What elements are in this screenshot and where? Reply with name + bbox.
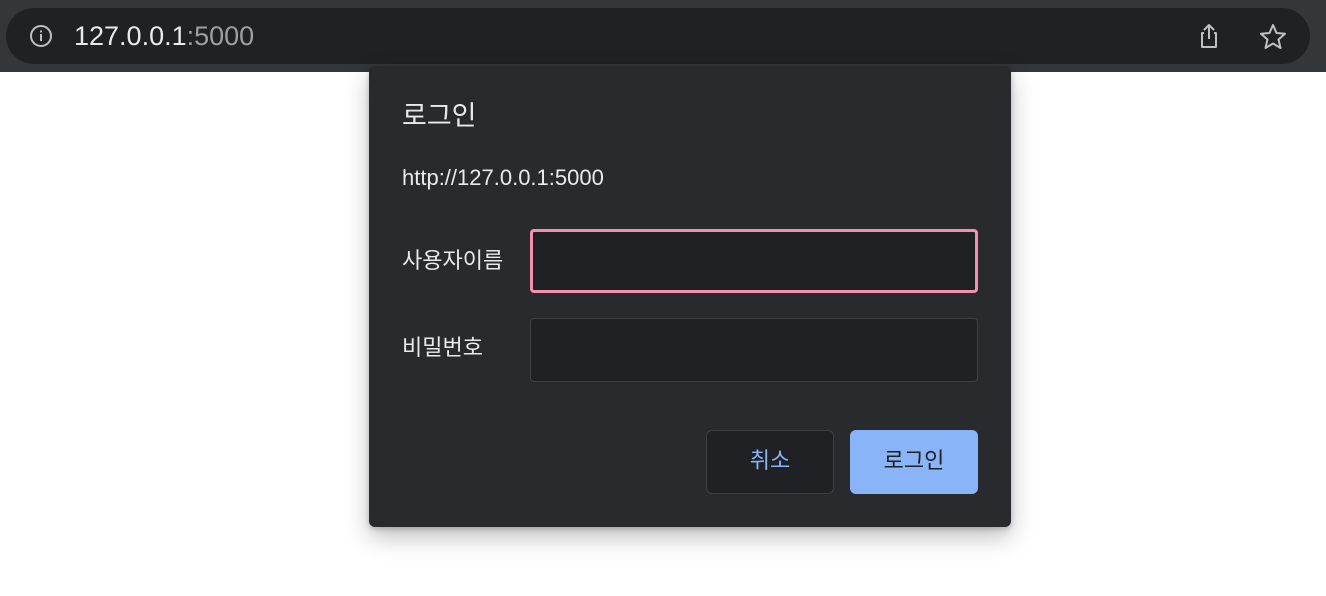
login-dialog: 로그인 http://127.0.0.1:5000 사용자이름 비밀번호 취소 … xyxy=(369,66,1011,527)
dialog-origin-url: http://127.0.0.1:5000 xyxy=(402,165,604,190)
cancel-button[interactable]: 취소 xyxy=(706,430,834,494)
address-bar[interactable]: 127.0.0.1:5000 xyxy=(6,8,1310,64)
login-button[interactable]: 로그인 xyxy=(850,430,978,494)
share-icon[interactable] xyxy=(1195,22,1223,50)
password-input[interactable] xyxy=(530,318,978,382)
url-port: :5000 xyxy=(186,21,255,51)
url-text[interactable]: 127.0.0.1:5000 xyxy=(74,21,254,51)
browser-toolbar: 127.0.0.1:5000 xyxy=(0,0,1326,72)
star-icon[interactable] xyxy=(1258,22,1288,52)
password-label: 비밀번호 xyxy=(402,335,483,360)
username-input[interactable] xyxy=(530,229,978,293)
info-icon[interactable] xyxy=(29,24,53,48)
dialog-title: 로그인 xyxy=(402,101,477,131)
url-host: 127.0.0.1 xyxy=(74,21,187,51)
username-label: 사용자이름 xyxy=(402,248,504,273)
